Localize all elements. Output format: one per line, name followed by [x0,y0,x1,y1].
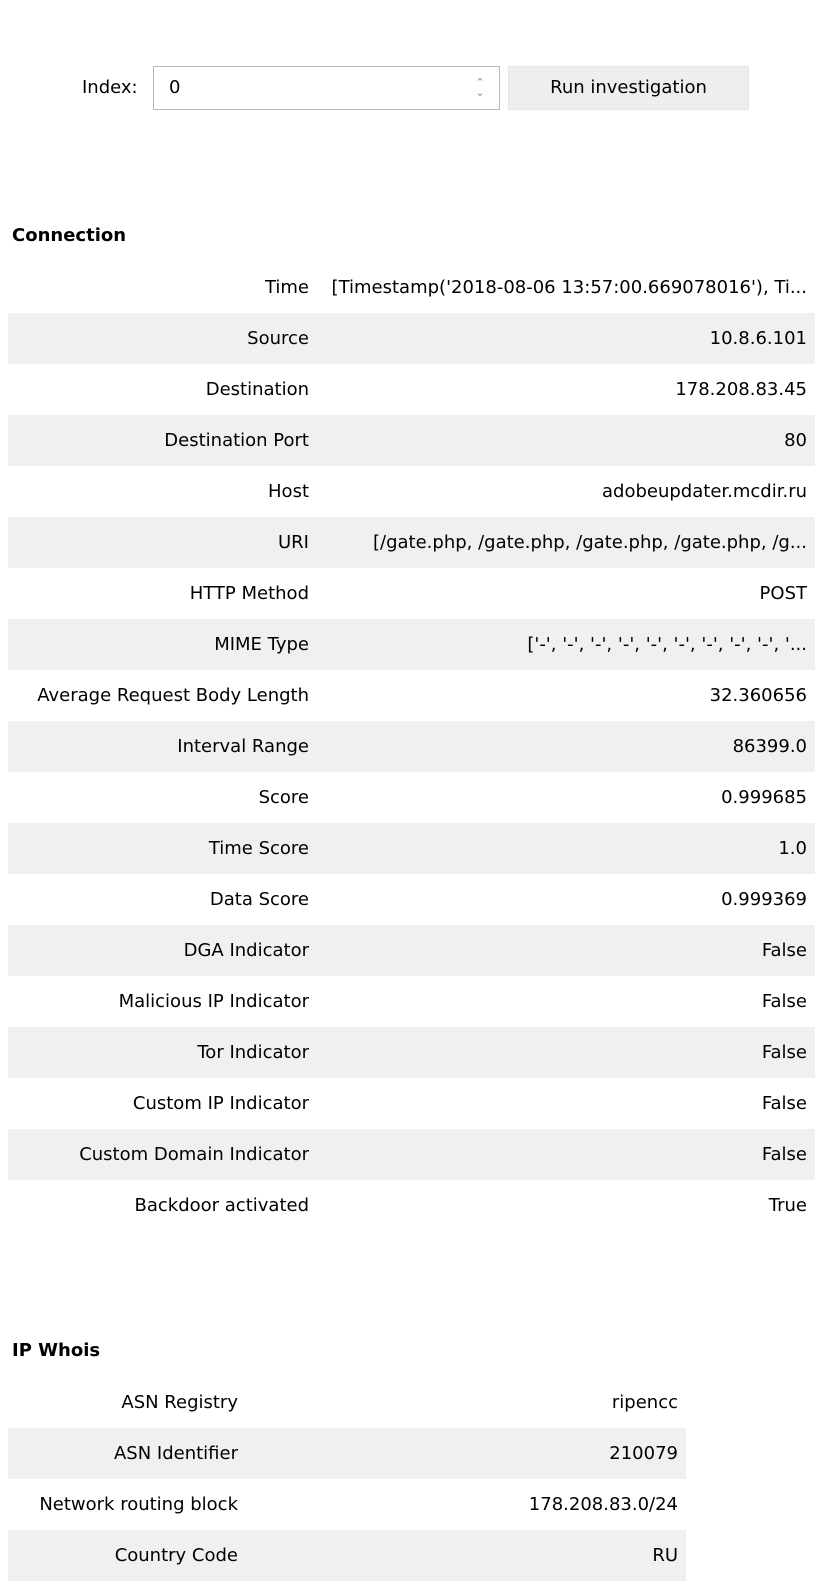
connection-key: Custom IP Indicator [132,1093,309,1114]
connection-value: adobeupdater.mcdir.ru [602,481,807,502]
connection-value: 86399.0 [732,736,807,757]
connection-value: False [761,1144,807,1165]
connection-key: URI [278,532,309,553]
index-value[interactable]: 0 [169,77,180,98]
run-investigation-button[interactable]: Run investigation [508,66,749,110]
connection-key: Data Score [209,889,309,910]
connection-key: Destination [205,379,309,400]
connection-row: Time [Timestamp('2018-08-06 13:57:00.6690… [8,262,815,313]
connection-section-title: Connection [12,225,127,246]
connection-value: True [768,1195,807,1216]
connection-row: DGA Indicator False [8,925,815,976]
connection-value: False [761,940,807,961]
ip-whois-row: ASN Registry ripencc [8,1377,686,1428]
connection-key: Average Request Body Length [37,685,309,706]
connection-value: 1.0 [778,838,807,859]
connection-key: Time Score [208,838,309,859]
chevron-down-icon[interactable]: ⌄ [475,87,484,98]
connection-row: Data Score 0.999369 [8,874,815,925]
ip-whois-key: ASN Registry [121,1392,238,1413]
ip-whois-value: 210079 [609,1443,678,1464]
connection-row: Host adobeupdater.mcdir.ru [8,466,815,517]
connection-key: HTTP Method [189,583,309,604]
connection-key: Custom Domain Indicator [79,1144,309,1165]
connection-value: 178.208.83.45 [675,379,807,400]
ip-whois-key: Country Code [114,1545,238,1566]
ip-whois-section-title: IP Whois [12,1340,101,1361]
index-spinbox[interactable]: 0 ⌃ ⌄ [153,66,500,110]
connection-key: Source [247,328,309,349]
connection-value: False [761,1042,807,1063]
connection-row: Backdoor activated True [8,1180,815,1231]
connection-key: Malicious IP Indicator [118,991,309,1012]
connection-key: Time [264,277,309,298]
connection-row: MIME Type ['-', '-', '-', '-', '-', '-', … [8,619,815,670]
connection-key: Score [258,787,309,808]
index-label: Index: [82,77,138,98]
connection-key: Interval Range [177,736,309,757]
connection-value: False [761,1093,807,1114]
connection-value: [/gate.php, /gate.php, /gate.php, /gate.… [373,532,807,553]
connection-value: [Timestamp('2018-08-06 13:57:00.66907801… [331,277,807,298]
connection-row: Destination Port 80 [8,415,815,466]
connection-row: Custom IP Indicator False [8,1078,815,1129]
connection-value: 32.360656 [709,685,807,706]
connection-value: ['-', '-', '-', '-', '-', '-', '-', '-',… [527,634,807,655]
connection-row: HTTP Method POST [8,568,815,619]
connection-row: Source 10.8.6.101 [8,313,815,364]
ip-whois-key: ASN Identifier [113,1443,238,1464]
connection-row: Destination 178.208.83.45 [8,364,815,415]
ip-whois-value: 178.208.83.0/24 [528,1494,678,1515]
ip-whois-row: Country Code RU [8,1530,686,1581]
connection-key: Backdoor activated [134,1195,310,1216]
connection-key: MIME Type [214,634,309,655]
connection-table: Time [Timestamp('2018-08-06 13:57:00.6690… [8,262,815,1231]
index-controls: Index: 0 ⌃ ⌄ Run investigation [0,66,824,112]
ip-whois-row: ASN Identifier 210079 [8,1428,686,1479]
ip-whois-table: ASN Registry ripencc ASN Identifier 210079 N… [8,1377,686,1581]
spin-arrows[interactable]: ⌃ ⌄ [471,75,489,101]
connection-value: 0.999685 [721,787,807,808]
connection-row: Malicious IP Indicator False [8,976,815,1027]
connection-row: URI [/gate.php, /gate.php, /gate.php, /ga… [8,517,815,568]
connection-value: 0.999369 [721,889,807,910]
connection-value: 10.8.6.101 [709,328,807,349]
connection-row: Custom Domain Indicator False [8,1129,815,1180]
connection-row: Interval Range 86399.0 [8,721,815,772]
ip-whois-value: ripencc [611,1392,678,1413]
connection-row: Average Request Body Length 32.360656 [8,670,815,721]
ip-whois-key: Network routing block [39,1494,238,1515]
connection-row: Score 0.999685 [8,772,815,823]
connection-row: Time Score 1.0 [8,823,815,874]
connection-row: Tor Indicator False [8,1027,815,1078]
connection-key: Tor Indicator [197,1042,309,1063]
connection-key: Host [268,481,309,502]
ip-whois-row: Network routing block 178.208.83.0/24 [8,1479,686,1530]
connection-key: Destination Port [164,430,309,451]
connection-value: POST [759,583,807,604]
connection-value: 80 [784,430,807,451]
connection-value: False [761,991,807,1012]
connection-key: DGA Indicator [183,940,309,961]
ip-whois-value: RU [652,1545,678,1566]
